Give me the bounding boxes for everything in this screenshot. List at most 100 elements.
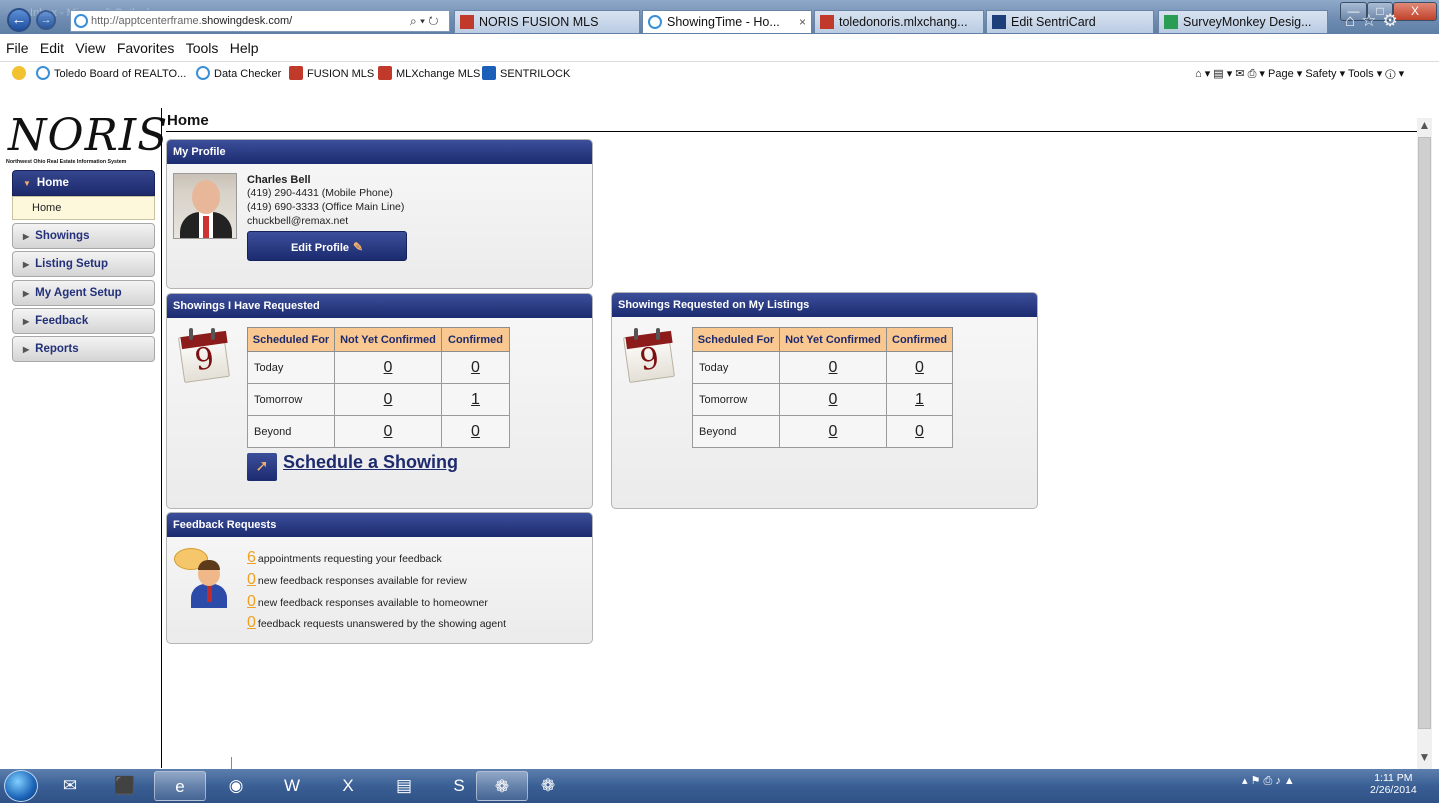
feedback-count-link[interactable]: 0 (247, 593, 256, 610)
feedback-line: 6 appointments requesting your feedback (247, 549, 442, 567)
row-label: Tomorrow (692, 383, 780, 416)
menu-help[interactable]: Help (230, 34, 259, 62)
confirmed-link[interactable]: 0 (886, 351, 953, 384)
sidebar-item-my-agent-setup[interactable]: ▶ My Agent Setup (12, 280, 155, 306)
tab-toledonoris[interactable]: toledonoris.mlxchang... (814, 10, 984, 33)
col-scheduled-for: Scheduled For (247, 327, 335, 352)
surveymonkey-tab-icon (1164, 15, 1178, 29)
fav-fusion-mls[interactable]: FUSION MLS (289, 62, 374, 86)
menu-view[interactable]: View (75, 34, 105, 62)
pencil-icon: ✎ (353, 240, 364, 254)
not-yet-confirmed-link[interactable]: 0 (779, 415, 887, 448)
edit-profile-button[interactable]: Edit Profile ✎ (247, 231, 407, 261)
search-refresh-icon[interactable]: ⌕ ▾ ↻ (410, 14, 439, 29)
menu-edit[interactable]: Edit (40, 34, 64, 62)
menu-file[interactable]: File (6, 34, 29, 62)
sidebar-item-listing-setup[interactable]: ▶ Listing Setup (12, 251, 155, 277)
sidebar-item-feedback[interactable]: ▶ Feedback (12, 308, 155, 334)
menu-favorites[interactable]: Favorites (117, 34, 175, 62)
forward-button[interactable]: → (36, 10, 56, 30)
sidebar-item-showings[interactable]: ▶ Showings (12, 223, 155, 249)
ie-page-icon (74, 14, 88, 28)
col-confirmed: Confirmed (441, 327, 510, 352)
confirmed-link[interactable]: 1 (441, 383, 510, 416)
schedule-showing-icon[interactable]: ➚ (247, 453, 277, 481)
not-yet-confirmed-link[interactable]: 0 (779, 351, 887, 384)
taskbar-lync-active[interactable]: ❁ (476, 771, 528, 801)
sidebar-item-reports[interactable]: ▶ Reports (12, 336, 155, 362)
scroll-up-icon[interactable]: ▲ (1417, 118, 1432, 136)
feedback-line: 0 new feedback responses available for re… (247, 571, 467, 589)
menu-bar: File Edit View Favorites Tools Help (0, 34, 1439, 62)
sidebar-item-home[interactable]: ▼ Home (12, 170, 155, 196)
confirmed-link[interactable]: 0 (886, 415, 953, 448)
not-yet-confirmed-link[interactable]: 0 (334, 415, 442, 448)
not-yet-confirmed-link[interactable]: 0 (334, 383, 442, 416)
taskbar-file-explorer[interactable]: ▤ (378, 771, 430, 801)
home-favorites-settings-icons[interactable]: ⌂☆⚙ (1345, 11, 1404, 31)
edit-profile-label: Edit Profile (290, 242, 349, 254)
taskbar-excel[interactable]: X (322, 771, 374, 801)
tab-label: Edit SentriCard (1011, 15, 1096, 29)
command-bar[interactable]: ⌂ ▾ ▤ ▾ ✉ ⎙ ▾ Page ▾ Safety ▾ Tools ▾ ⓘ … (1195, 62, 1404, 86)
windows-taskbar: ✉ ⬛ e ◉ W X ▤ S ❁ ❁ (0, 769, 1439, 803)
feedback-count-link[interactable]: 6 (247, 549, 256, 566)
tab-label: toledonoris.mlxchang... (839, 15, 968, 29)
confirmed-link[interactable]: 0 (441, 415, 510, 448)
row-label: Beyond (247, 415, 335, 448)
menu-tools[interactable]: Tools (186, 34, 219, 62)
taskbar-clock[interactable]: 1:11 PM 2/26/2014 (1370, 772, 1417, 796)
sidebar-item-label: Reports (35, 343, 79, 355)
not-yet-confirmed-link[interactable]: 0 (779, 383, 887, 416)
feedback-text: new feedback responses available for rev… (257, 575, 467, 587)
profile-photo (173, 173, 237, 239)
tab-edit-sentricard[interactable]: Edit SentriCard (986, 10, 1154, 33)
back-button[interactable]: ← (7, 8, 31, 32)
address-bar[interactable]: http://apptcenterframe.showingdesk.com/ (70, 10, 450, 32)
confirmed-link[interactable]: 1 (886, 383, 953, 416)
noris-tab-icon (460, 15, 474, 29)
sidebar-item-label: Home (36, 177, 69, 189)
collapse-arrow-icon: ▶ (23, 317, 30, 326)
url-prefix: http://apptcenterframe. (91, 15, 202, 27)
scrollbar-thumb[interactable] (1418, 137, 1431, 729)
table-row: Today 0 0 (247, 351, 510, 384)
feedback-count-link[interactable]: 0 (247, 614, 256, 631)
fav-mlxchange[interactable]: MLXchange MLS (378, 62, 480, 86)
tab-label: SurveyMonkey Desig... (1183, 15, 1312, 29)
tab-label: ShowingTime - Ho... (667, 15, 780, 29)
profile-office-phone: (419) 690-3333 (Office Main Line) (247, 201, 405, 213)
tab-surveymonkey[interactable]: SurveyMonkey Desig... (1158, 10, 1328, 33)
fav-data-checker[interactable]: Data Checker (196, 62, 281, 86)
feedback-text: new feedback responses available to home… (257, 597, 488, 609)
sidebar-item-label: Feedback (35, 315, 89, 327)
tab-showingtime[interactable]: ShowingTime - Ho... × (642, 10, 812, 33)
schedule-showing-link[interactable]: Schedule a Showing (283, 452, 458, 473)
taskbar-outlook[interactable]: ✉ (44, 771, 96, 801)
feedback-line: 0 new feedback responses available to hom… (247, 593, 488, 611)
col-not-yet-confirmed: Not Yet Confirmed (334, 327, 442, 352)
feedback-count-link[interactable]: 0 (247, 571, 256, 588)
fav-toledo-board[interactable]: Toledo Board of REALTO... (36, 62, 186, 86)
mls-icon (289, 66, 303, 80)
tab-noris-fusion[interactable]: NORIS FUSION MLS (454, 10, 640, 33)
feedback-text: feedback requests unanswered by the show… (257, 618, 506, 630)
scroll-down-icon[interactable]: ▼ (1417, 750, 1432, 768)
fav-sentrilock[interactable]: SENTRILOCK (482, 62, 570, 86)
taskbar-acrobat[interactable]: ⬛ (99, 771, 151, 801)
taskbar-chrome[interactable]: ◉ (210, 771, 262, 801)
not-yet-confirmed-link[interactable]: 0 (334, 351, 442, 384)
start-button[interactable] (4, 770, 38, 802)
ie-icon (196, 66, 210, 80)
favorites-star-icon[interactable] (12, 62, 30, 86)
collapse-arrow-icon: ▶ (23, 232, 30, 241)
close-tab-icon[interactable]: × (799, 11, 806, 33)
ie-tab-icon (648, 15, 662, 29)
confirmed-link[interactable]: 0 (441, 351, 510, 384)
sidebar-subitem-home[interactable]: Home (12, 196, 155, 220)
taskbar-internet-explorer[interactable]: e (154, 771, 206, 801)
taskbar-word[interactable]: W (266, 771, 318, 801)
taskbar-lync[interactable]: ❁ (522, 771, 574, 801)
system-tray-icons[interactable]: ▴ ⚑ ⎙ ♪ ▲ (1242, 774, 1295, 788)
noris-logo[interactable]: NORIS Northwest Ohio Real Estate Informa… (6, 112, 167, 168)
